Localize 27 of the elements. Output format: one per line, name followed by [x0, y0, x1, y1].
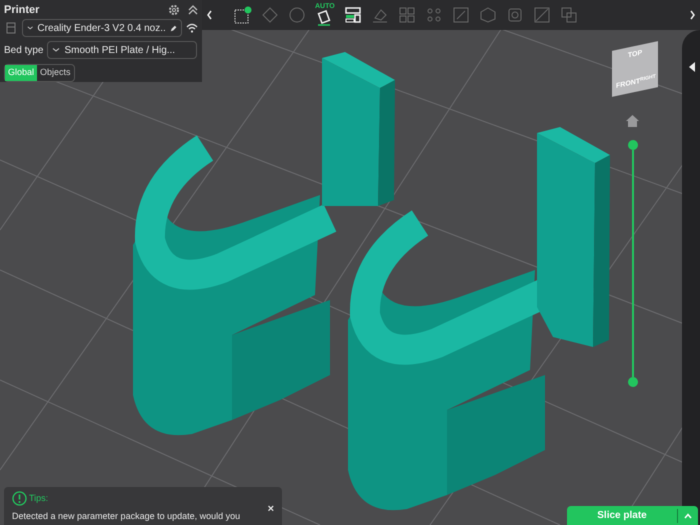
pencil-icon[interactable]: [170, 24, 177, 32]
tips-message: Detected a new parameter package to update, would you: [12, 510, 242, 523]
grid-plus-icon[interactable]: [234, 6, 252, 24]
exclamation-icon: [12, 491, 27, 506]
printer-icon: [4, 21, 18, 35]
overlap-squares-icon[interactable]: [560, 6, 578, 24]
panel-tab[interactable]: Objects: [37, 65, 74, 80]
chevron-right-icon[interactable]: [689, 10, 696, 20]
arrange-icon[interactable]: [344, 6, 362, 24]
layer-slider-fill[interactable]: [626, 140, 639, 387]
wifi-icon[interactable]: [186, 23, 198, 33]
diamond-icon[interactable]: [261, 6, 279, 24]
bed-type-label: Bed type: [4, 44, 44, 58]
home-icon[interactable]: [626, 115, 639, 127]
expand-arrow-icon[interactable]: [689, 62, 695, 72]
printer-dropdown[interactable]: Creality Ender-3 V2 0.4 noz..: [22, 19, 182, 37]
gear-icon[interactable]: [168, 4, 180, 16]
chevron-icon: [27, 25, 34, 31]
cube-icon[interactable]: [478, 6, 497, 24]
chevron-icon: [52, 47, 60, 53]
chevron-up-icon[interactable]: [684, 512, 692, 518]
panel-title: Printer: [4, 2, 40, 18]
bed-type-dropdown[interactable]: Smooth PEI Plate / Hig...: [47, 41, 198, 59]
tips-title: Tips:: [29, 492, 48, 505]
close-button[interactable]: ×: [268, 504, 274, 515]
chevron-left-icon[interactable]: [206, 10, 213, 20]
collapse-icon[interactable]: [188, 4, 198, 16]
